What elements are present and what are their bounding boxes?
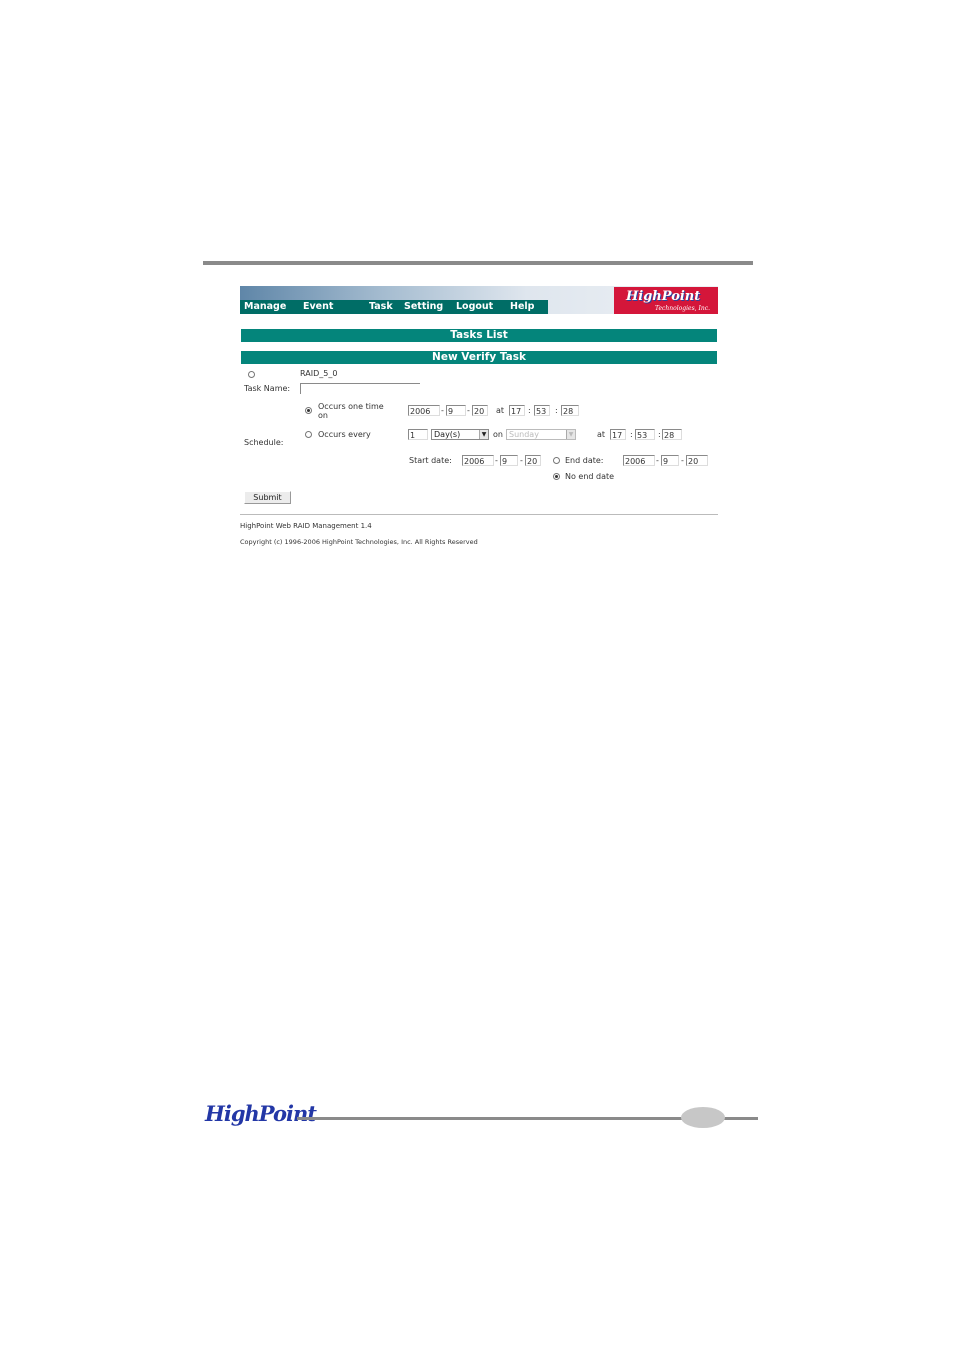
end-date-radio[interactable] (553, 457, 560, 464)
end-date-label: End date: (565, 456, 604, 465)
start-dash-1: - (495, 456, 498, 465)
start-dash-2: - (520, 456, 523, 465)
once-at-label: at (496, 406, 505, 415)
end-month-input[interactable]: 9 (661, 455, 679, 466)
new-verify-task-bar: New Verify Task (241, 351, 717, 364)
logo-tagline: Technologies, Inc. (654, 305, 710, 312)
once-dash-1: - (441, 406, 444, 415)
every-at-label: at (597, 430, 606, 439)
start-year-input[interactable]: 2006 (462, 455, 494, 466)
array-radio[interactable] (248, 371, 255, 378)
every-colon-2: : (658, 430, 661, 439)
web-raid-screenshot: Manage Event Task Setting Logout Help Hi… (236, 282, 724, 567)
every-unit-select[interactable]: Day(s) ▼ (431, 429, 489, 440)
occurs-every-label: Occurs every (318, 430, 371, 439)
copyright-text: Copyright (c) 1996-2006 HighPoint Techno… (240, 538, 478, 546)
chevron-down-icon: ▼ (479, 430, 488, 439)
page-number-oval (681, 1107, 725, 1128)
tasks-list-bar[interactable]: Tasks List (241, 329, 717, 342)
once-colon-2: : (555, 406, 558, 415)
nav-help[interactable]: Help (506, 300, 548, 314)
submit-button[interactable]: Submit (244, 491, 291, 504)
every-minute-input[interactable]: 53 (635, 429, 655, 440)
once-day-input[interactable]: 20 (472, 405, 488, 416)
once-second-input[interactable]: 28 (561, 405, 579, 416)
schedule-label: Schedule: (244, 438, 284, 447)
end-year-input[interactable]: 2006 (623, 455, 655, 466)
nav-manage[interactable]: Manage (240, 300, 299, 314)
once-year-input[interactable]: 2006 (408, 405, 440, 416)
array-label: RAID_5_0 (300, 369, 338, 378)
logo-wordmark: HighPoint (626, 289, 701, 304)
end-dash-2: - (681, 456, 684, 465)
start-date-label: Start date: (409, 456, 452, 465)
chevron-down-icon: ▼ (566, 430, 575, 439)
every-second-input[interactable]: 28 (662, 429, 682, 440)
task-name-input[interactable] (300, 383, 420, 394)
product-version: HighPoint Web RAID Management 1.4 (240, 522, 372, 530)
occurs-once-label-2: on (318, 411, 328, 420)
every-hour-input[interactable]: 17 (610, 429, 626, 440)
no-end-date-label: No end date (565, 472, 615, 481)
task-name-label: Task Name: (244, 384, 291, 393)
nav-setting[interactable]: Setting (400, 300, 452, 314)
start-day-input[interactable]: 20 (525, 455, 541, 466)
nav-event[interactable]: Event (299, 300, 354, 314)
once-month-input[interactable]: 9 (446, 405, 466, 416)
occurs-every-radio[interactable] (305, 431, 312, 438)
occurs-once-label-1: Occurs one time (318, 402, 384, 411)
every-count-input[interactable]: 1 (408, 429, 428, 440)
weekday-select[interactable]: Sunday ▼ (506, 429, 576, 440)
every-unit-value: Day(s) (434, 430, 461, 439)
once-minute-input[interactable]: 53 (534, 405, 550, 416)
every-on-label: on (493, 430, 503, 439)
end-dash-1: - (656, 456, 659, 465)
once-colon-1: : (528, 406, 531, 415)
nav-task[interactable]: Task (354, 300, 400, 314)
weekday-value: Sunday (509, 430, 539, 439)
top-divider (203, 261, 753, 265)
once-hour-input[interactable]: 17 (509, 405, 525, 416)
occurs-once-radio[interactable] (305, 407, 312, 414)
once-dash-2: - (467, 406, 470, 415)
nav-logout[interactable]: Logout (452, 300, 506, 314)
footer-highpoint-logo: HighPoint (205, 1101, 317, 1126)
nav-bar: Manage Event Task Setting Logout Help (240, 300, 548, 314)
end-day-input[interactable]: 20 (686, 455, 708, 466)
highpoint-logo: HighPoint Technologies, Inc. (614, 287, 718, 314)
every-colon-1: : (630, 430, 633, 439)
start-month-input[interactable]: 9 (500, 455, 518, 466)
no-end-date-radio[interactable] (553, 473, 560, 480)
footer-divider (240, 514, 718, 515)
